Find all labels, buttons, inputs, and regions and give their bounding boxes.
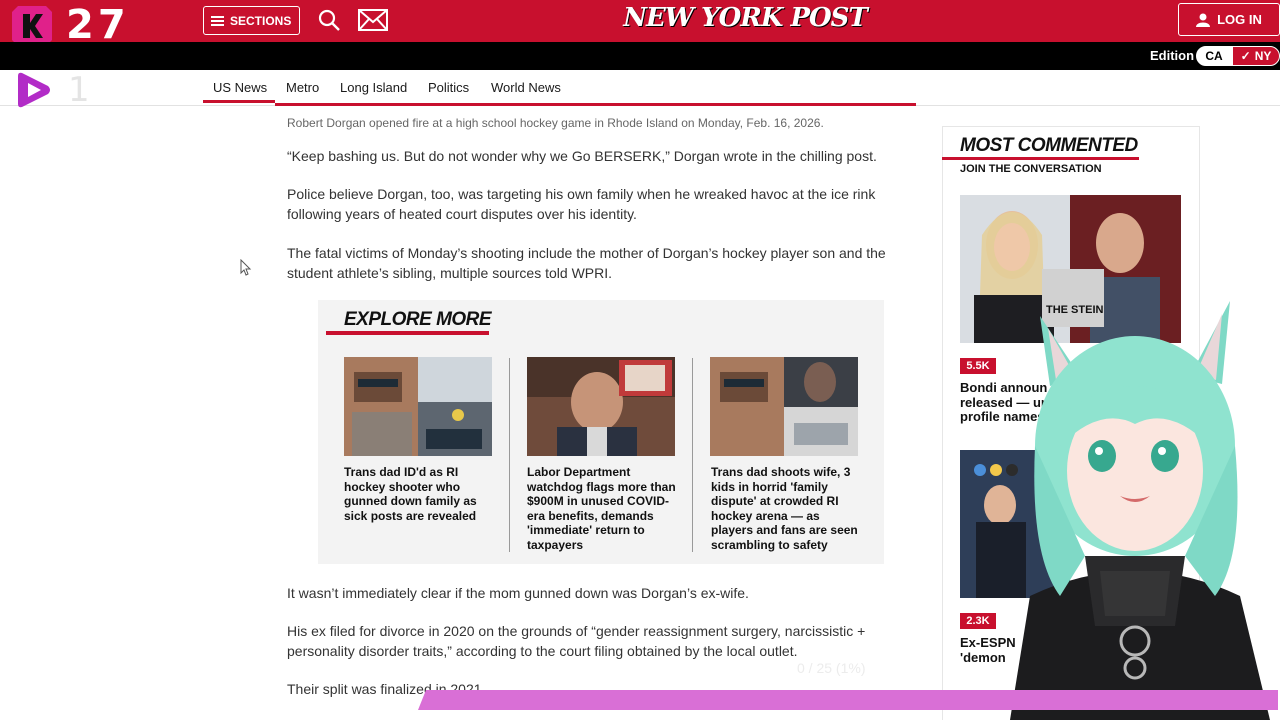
nav-active-indicator — [203, 100, 275, 103]
article-paragraph: The fatal victims of Monday’s shooting i… — [287, 245, 886, 281]
edition-ny-toggle[interactable]: ✓ NY — [1232, 46, 1280, 66]
nav-politics[interactable]: Politics — [428, 80, 469, 95]
site-logo[interactable]: NEW YORK POST — [620, 3, 870, 33]
card-title-3[interactable]: Trans dad shoots wife, 3 kids in horrid … — [711, 465, 861, 552]
explore-more-underline — [326, 331, 489, 335]
check-icon: ✓ — [1240, 49, 1251, 63]
article-paragraph: It wasn’t immediately clear if the mom g… — [287, 585, 749, 601]
photo-caption: Robert Dorgan opened fire at a high scho… — [287, 116, 824, 130]
explore-more-title: EXPLORE MORE — [344, 309, 492, 330]
article-paragraph: His ex filed for divorce in 2020 on the … — [287, 623, 866, 659]
nav-divider — [275, 103, 916, 106]
card-title-1[interactable]: Trans dad ID'd as RI hockey shooter who … — [344, 465, 494, 523]
edition-label: Edition — [1150, 48, 1195, 63]
menu-icon — [211, 15, 224, 26]
user-icon — [1196, 13, 1211, 27]
section-nav — [0, 70, 1280, 106]
search-icon[interactable] — [318, 9, 340, 31]
card-image-1[interactable] — [344, 357, 492, 456]
progress-bar — [418, 690, 1278, 710]
nav-us-news[interactable]: US News — [213, 80, 267, 95]
nav-long-island[interactable]: Long Island — [340, 80, 407, 95]
join-conversation-label: JOIN THE CONVERSATION — [960, 163, 1102, 175]
most-commented-title: MOST COMMENTED — [960, 135, 1138, 156]
card-title-2[interactable]: Labor Department watchdog flags more tha… — [527, 465, 677, 552]
edition-ca-toggle[interactable]: CA — [1196, 46, 1232, 66]
most-commented-underline — [942, 157, 1139, 160]
article-paragraph: Police believe Dorgan, too, was targetin… — [287, 186, 876, 222]
stream-counter-mid: 1 — [68, 70, 90, 110]
edition-ny-label: NY — [1254, 49, 1272, 63]
article-paragraph: “Keep bashing us. But do not wonder why … — [287, 148, 877, 164]
nav-metro[interactable]: Metro — [286, 80, 319, 95]
card-image-2[interactable] — [527, 357, 675, 456]
card-divider — [509, 358, 510, 552]
login-button[interactable]: LOG IN — [1178, 3, 1280, 36]
login-label: LOG IN — [1217, 12, 1262, 27]
card-divider — [692, 358, 693, 552]
edition-bar — [0, 42, 1280, 70]
mail-icon[interactable] — [358, 9, 388, 31]
progress-counter: 0 / 25 (1%) — [797, 660, 866, 676]
sections-button[interactable]: SECTIONS — [203, 6, 300, 35]
sections-label: SECTIONS — [230, 13, 292, 28]
play-icon — [18, 72, 50, 108]
vtuber-avatar — [1010, 301, 1270, 720]
nav-world-news[interactable]: World News — [491, 80, 561, 95]
mouse-cursor-icon — [240, 259, 252, 276]
card-image-3[interactable] — [710, 357, 858, 456]
